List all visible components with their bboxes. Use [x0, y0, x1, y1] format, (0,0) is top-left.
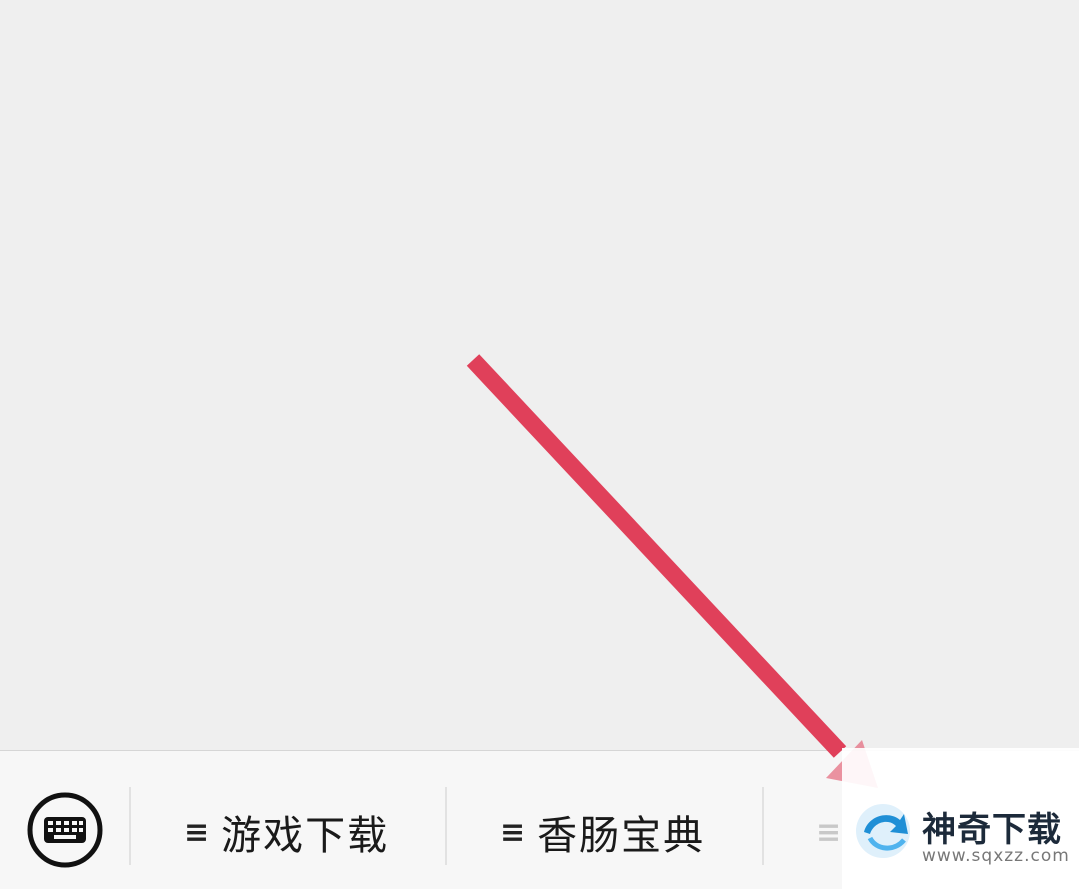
watermark-title: 神奇下载 — [922, 810, 1062, 850]
menu-item-label: 游戏下载 — [221, 813, 390, 859]
menu-divider — [762, 787, 764, 865]
menu-list-icon: ≡ — [816, 814, 842, 850]
menu-list-icon: ≡ — [184, 814, 210, 850]
menu-item-game-download[interactable]: ≡ 游戏下载 — [184, 797, 389, 867]
menu-divider — [129, 787, 131, 865]
watermark-url: www.sqxzz.com — [922, 846, 1070, 866]
keyboard-icon — [27, 792, 103, 868]
watermark: 神奇下载 www.sqxzz.com — [842, 748, 1079, 889]
menu-item-label: 香肠宝典 — [537, 813, 706, 859]
menu-list-icon: ≡ — [500, 814, 526, 850]
keyboard-toggle-button[interactable] — [26, 791, 104, 869]
menu-item-sausage-guide[interactable]: ≡ 香肠宝典 — [500, 797, 705, 867]
chat-content-area — [0, 0, 1079, 750]
blue-arrow-logo-icon — [856, 804, 910, 858]
menu-divider — [445, 787, 447, 865]
chat-screen: ≡ 游戏下载 ≡ 香肠宝典 ≡ 神奇下载 www.sqxzz.com — [0, 0, 1079, 889]
